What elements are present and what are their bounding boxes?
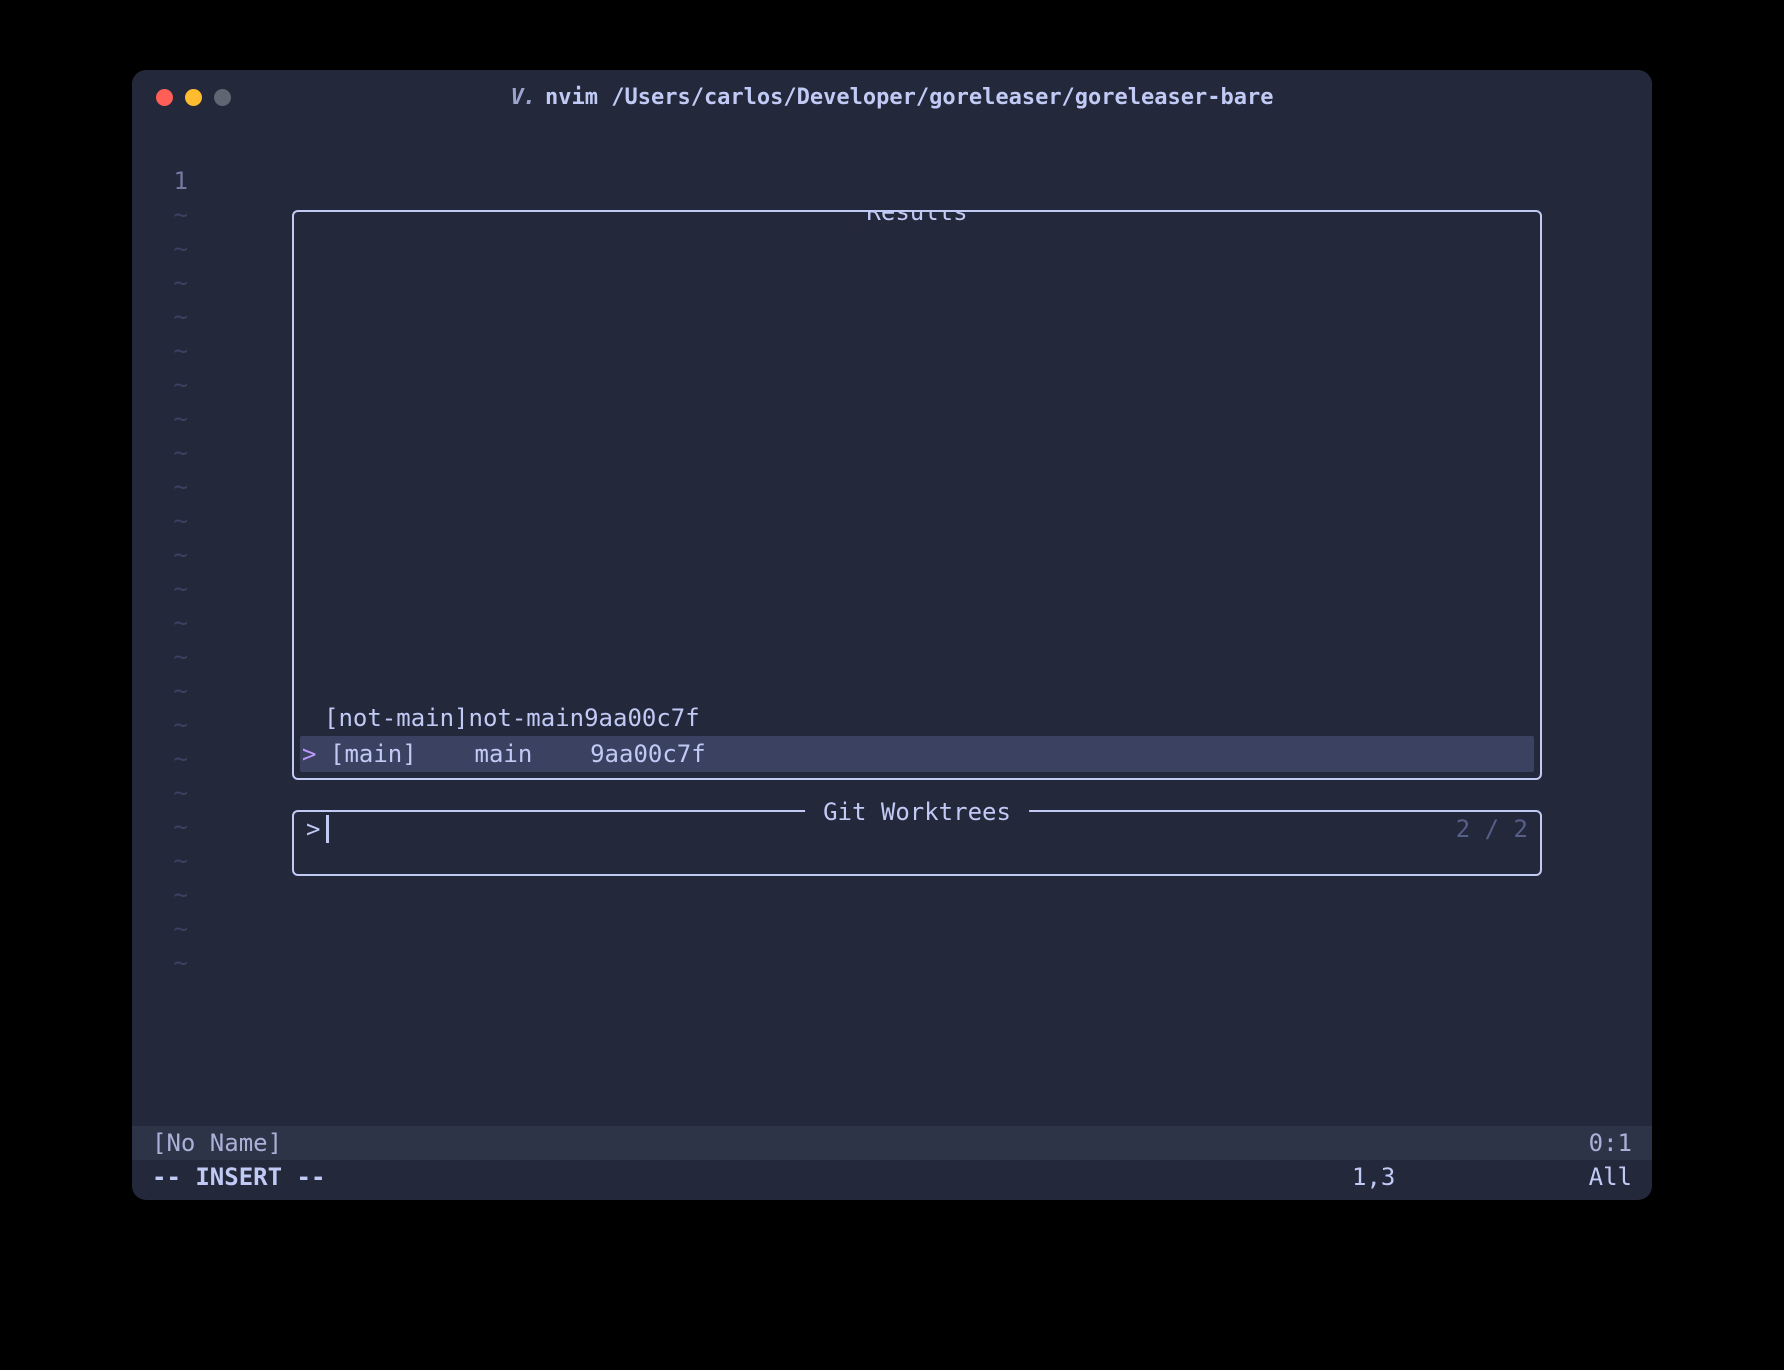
scroll-percent: All <box>1552 1160 1632 1194</box>
result-row[interactable]: >[main] main 9aa00c7f <box>300 736 1534 772</box>
tilde: ~ <box>132 844 188 878</box>
tilde: ~ <box>132 470 188 504</box>
worktree-name: not-main <box>469 701 585 735</box>
tilde: ~ <box>132 606 188 640</box>
tilde: ~ <box>132 232 188 266</box>
commit-hash: 9aa00c7f <box>584 701 700 735</box>
selection-marker-icon <box>296 701 324 735</box>
tilde: ~ <box>132 674 188 708</box>
cursor-position: 1,3 <box>1352 1160 1552 1194</box>
tilde: ~ <box>132 300 188 334</box>
prompt-title: Git Worktrees <box>805 795 1029 829</box>
content-area: 1 ~ ~ ~ ~ ~ ~ ~ ~ ~ ~ ~ ~ ~ ~ ~ ~ ~ ~ ~ <box>132 124 1652 1126</box>
editor[interactable]: 1 ~ ~ ~ ~ ~ ~ ~ ~ ~ ~ ~ ~ ~ ~ ~ ~ ~ ~ ~ <box>132 124 1652 1200</box>
worktree-name: main <box>475 737 591 771</box>
terminal-window: V. nvim /Users/carlos/Developer/goreleas… <box>132 70 1652 1200</box>
tilde: ~ <box>132 402 188 436</box>
result-row[interactable]: [not-main] not-main 9aa00c7f <box>294 700 1540 736</box>
modeline: -- INSERT -- 1,3 All <box>132 1160 1652 1200</box>
buffer-name: [No Name] <box>152 1126 1589 1160</box>
tilde: ~ <box>132 946 188 980</box>
minimize-icon[interactable] <box>185 89 202 106</box>
tilde: ~ <box>132 878 188 912</box>
tilde: ~ <box>132 708 188 742</box>
tilde: ~ <box>132 538 188 572</box>
tilde: ~ <box>132 368 188 402</box>
cursor-icon <box>326 815 329 843</box>
gutter: 1 ~ ~ ~ ~ ~ ~ ~ ~ ~ ~ ~ ~ ~ ~ ~ ~ ~ ~ ~ <box>132 164 212 1126</box>
tilde: ~ <box>132 436 188 470</box>
window-title: V. nvim /Users/carlos/Developer/goreleas… <box>132 85 1652 110</box>
tilde: ~ <box>132 912 188 946</box>
statusline: [No Name] 0:1 <box>132 1126 1652 1160</box>
telescope-picker: Results [not-main] not-main 9aa00c7f>[ma… <box>292 210 1542 876</box>
results-title: Results <box>848 210 985 229</box>
prompt-panel[interactable]: Git Worktrees > 2 / 2 <box>292 810 1542 876</box>
tilde: ~ <box>132 810 188 844</box>
titlebar: V. nvim /Users/carlos/Developer/goreleas… <box>132 70 1652 124</box>
tilde: ~ <box>132 572 188 606</box>
tilde: ~ <box>132 742 188 776</box>
tilde: ~ <box>132 198 188 232</box>
result-count: 2 / 2 <box>1456 812 1528 846</box>
tilde: ~ <box>132 504 188 538</box>
tilde: ~ <box>132 776 188 810</box>
selection-marker-icon: > <box>302 737 330 771</box>
tilde: ~ <box>132 334 188 368</box>
close-icon[interactable] <box>156 89 173 106</box>
traffic-lights <box>156 89 231 106</box>
prompt-prefix: > <box>306 812 320 846</box>
window-title-text: nvim /Users/carlos/Developer/goreleaser/… <box>545 85 1273 110</box>
worktree-tag: [not-main] <box>324 701 469 735</box>
worktree-tag: [main] <box>330 737 475 771</box>
zoom-icon[interactable] <box>214 89 231 106</box>
ruler: 0:1 <box>1589 1126 1632 1160</box>
tilde: ~ <box>132 266 188 300</box>
results-panel[interactable]: Results [not-main] not-main 9aa00c7f>[ma… <box>292 210 1542 780</box>
tilde: ~ <box>132 640 188 674</box>
mode-indicator: -- INSERT -- <box>152 1160 1352 1194</box>
line-number: 1 <box>132 164 188 198</box>
vim-icon: V. <box>511 85 536 110</box>
commit-hash: 9aa00c7f <box>590 737 706 771</box>
